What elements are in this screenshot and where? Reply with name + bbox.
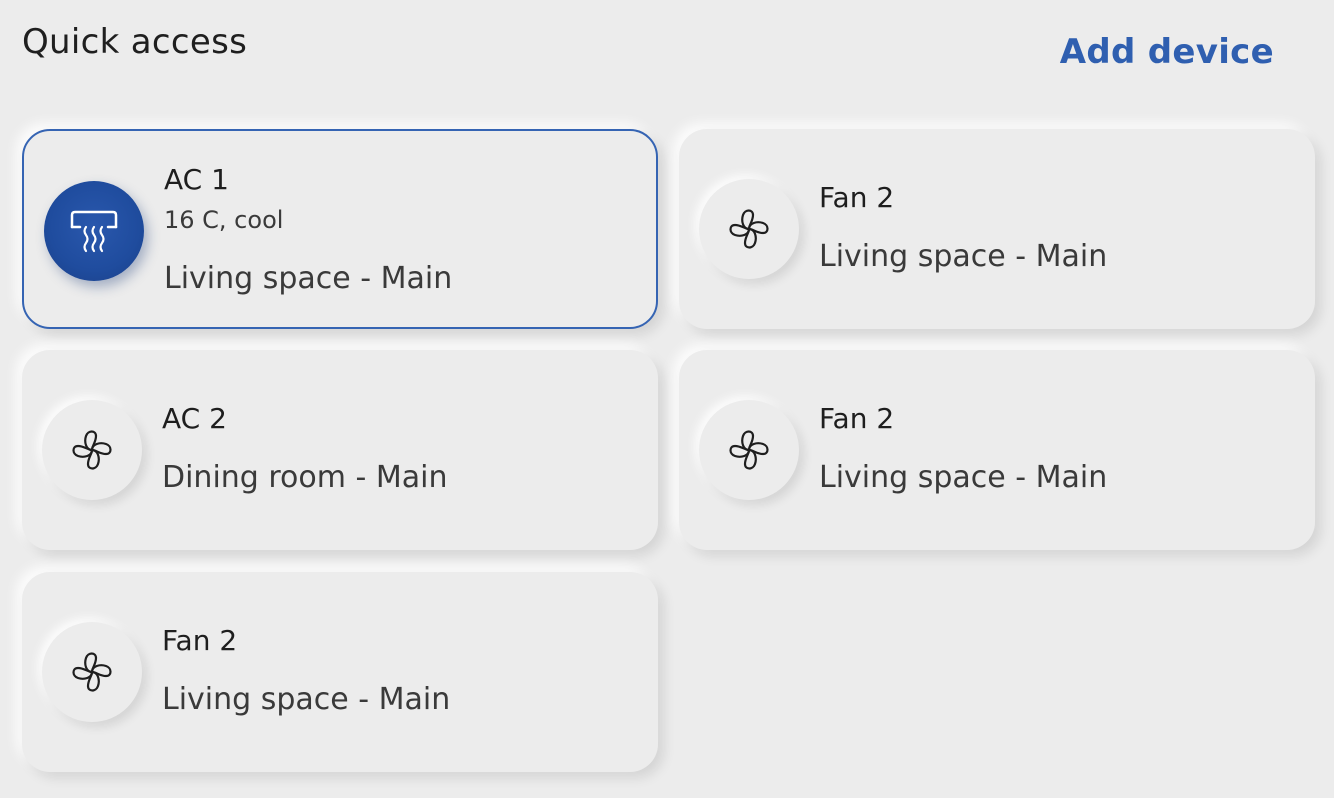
device-card-fan-2[interactable]: Fan 2 Living space - Main <box>679 350 1315 550</box>
device-location: Living space - Main <box>819 239 1108 274</box>
device-card-ac-1[interactable]: AC 1 16 C, cool Living space - Main <box>22 129 658 329</box>
device-card-ac-2[interactable]: AC 2 Dining room - Main <box>22 350 658 550</box>
device-name: Fan 2 <box>819 402 895 435</box>
fan-icon <box>42 622 142 722</box>
page-title: Quick access <box>22 22 248 62</box>
device-name: Fan 2 <box>819 181 895 214</box>
device-location: Living space - Main <box>819 460 1108 495</box>
add-device-button[interactable]: Add device <box>1060 32 1274 72</box>
fan-icon <box>699 400 799 500</box>
fan-icon <box>42 400 142 500</box>
device-name: AC 2 <box>162 402 227 435</box>
device-status: 16 C, cool <box>164 206 284 234</box>
device-card-fan-2[interactable]: Fan 2 Living space - Main <box>22 572 658 772</box>
device-card-fan-2[interactable]: Fan 2 Living space - Main <box>679 129 1315 329</box>
device-location: Dining room - Main <box>162 460 448 495</box>
fan-icon <box>699 179 799 279</box>
device-name: AC 1 <box>164 163 229 196</box>
air-conditioner-icon <box>44 181 144 281</box>
device-location: Living space - Main <box>162 682 451 717</box>
device-location: Living space - Main <box>164 261 453 296</box>
device-name: Fan 2 <box>162 624 238 657</box>
